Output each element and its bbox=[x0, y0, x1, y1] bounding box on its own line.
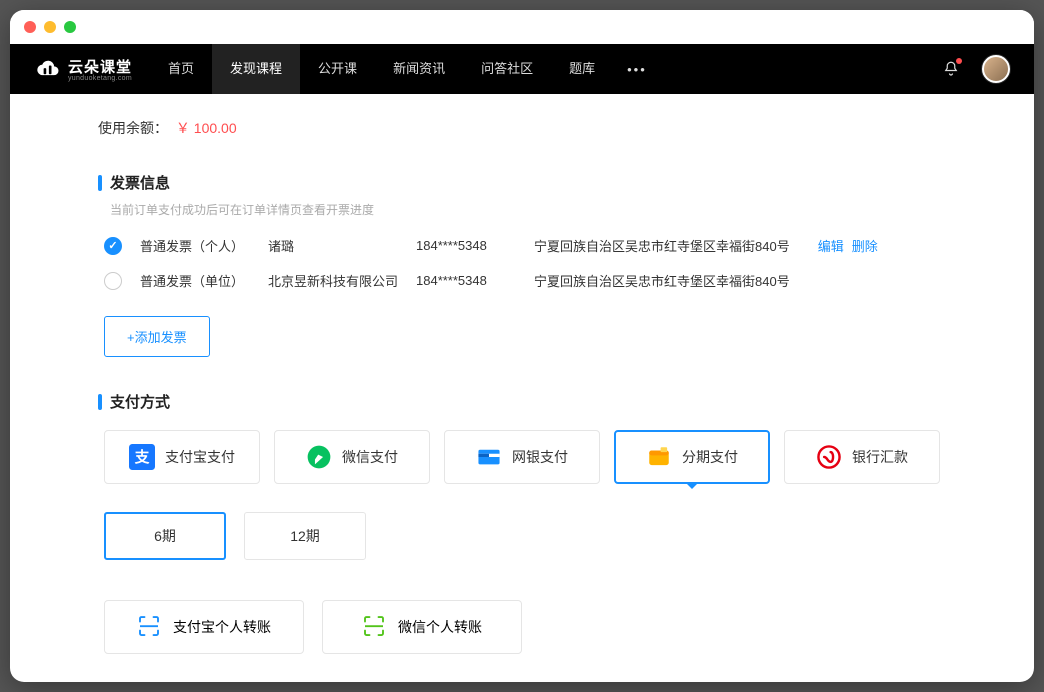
installment-option[interactable]: 12期 bbox=[244, 512, 366, 560]
balance-label: 使用余额： bbox=[98, 120, 168, 136]
invoice-address: 宁夏回族自治区吴忠市红寺堡区幸福街840号 bbox=[534, 236, 790, 255]
transfer-wechat-transfer[interactable]: 微信个人转账 bbox=[322, 600, 522, 654]
add-invoice-button[interactable]: +添加发票 bbox=[104, 316, 210, 357]
user-avatar[interactable] bbox=[982, 55, 1010, 83]
brand-name: 云朵课堂 bbox=[68, 56, 132, 77]
alipay-icon: 支 bbox=[129, 444, 155, 470]
transfer-label: 支付宝个人转账 bbox=[173, 617, 271, 637]
transfer-label: 微信个人转账 bbox=[398, 617, 482, 637]
payment-section-title: 支付方式 bbox=[98, 391, 946, 412]
pay-method-bank[interactable]: 网银支付 bbox=[444, 430, 600, 484]
invoice-section-title: 发票信息 bbox=[98, 172, 946, 193]
invoice-section-sub: 当前订单支付成功后可在订单详情页查看开票进度 bbox=[110, 201, 946, 218]
invoice-delete-link[interactable]: 删除 bbox=[852, 239, 878, 254]
nav-item-2[interactable]: 公开课 bbox=[300, 44, 375, 94]
balance-row: 使用余额： ￥ 100.00 bbox=[98, 118, 946, 138]
pay-method-install[interactable]: 分期支付 bbox=[614, 430, 770, 484]
installment-options: 6期 12期 bbox=[104, 512, 946, 560]
invoice-address: 宁夏回族自治区吴忠市红寺堡区幸福街840号 bbox=[534, 271, 790, 290]
remit-icon bbox=[816, 444, 842, 470]
notifications-bell-icon[interactable] bbox=[942, 60, 960, 78]
nav-item-4[interactable]: 问答社区 bbox=[463, 44, 551, 94]
invoice-row: 普通发票（单位） 北京昱新科技有限公司 184****5348 宁夏回族自治区吴忠市红… bbox=[104, 271, 946, 290]
pay-method-alipay[interactable]: 支支付宝支付 bbox=[104, 430, 260, 484]
window-maximize-dot[interactable] bbox=[64, 21, 76, 33]
window-close-dot[interactable] bbox=[24, 21, 36, 33]
nav-item-1[interactable]: 发现课程 bbox=[212, 44, 300, 94]
bank-icon bbox=[476, 444, 502, 470]
transfer-options: 支付宝个人转账 微信个人转账 bbox=[104, 600, 946, 654]
page-content: 使用余额： ￥ 100.00 发票信息 当前订单支付成功后可在订单详情页查看开票… bbox=[10, 94, 1034, 682]
invoice-radio[interactable] bbox=[104, 237, 122, 255]
installment-option[interactable]: 6期 bbox=[104, 512, 226, 560]
window-titlebar bbox=[10, 10, 1034, 44]
invoice-actions: 编辑删除 bbox=[818, 236, 886, 255]
invoice-name: 北京昱新科技有限公司 bbox=[268, 271, 398, 290]
invoice-row: 普通发票（个人） 诸璐 184****5348 宁夏回族自治区吴忠市红寺堡区幸福街84… bbox=[104, 236, 946, 255]
payment-methods: 支支付宝支付 微信支付 网银支付 分期支付 银行汇款 bbox=[104, 430, 946, 484]
pay-method-label: 支付宝支付 bbox=[165, 447, 235, 467]
invoice-name: 诸璐 bbox=[268, 236, 398, 255]
invoice-phone: 184****5348 bbox=[416, 273, 516, 288]
nav-item-5[interactable]: 题库 bbox=[551, 44, 613, 94]
invoice-list: 普通发票（个人） 诸璐 184****5348 宁夏回族自治区吴忠市红寺堡区幸福街84… bbox=[98, 236, 946, 290]
nav-item-3[interactable]: 新闻资讯 bbox=[375, 44, 463, 94]
window-minimize-dot[interactable] bbox=[44, 21, 56, 33]
top-navbar: 云朵课堂 yunduoketang.com 首页发现课程公开课新闻资讯问答社区题… bbox=[10, 44, 1034, 94]
brand-sub: yunduoketang.com bbox=[68, 75, 132, 82]
install-icon bbox=[646, 444, 672, 470]
balance-amount: ￥ 100.00 bbox=[176, 120, 237, 136]
brand-logo[interactable]: 云朵课堂 yunduoketang.com bbox=[34, 55, 132, 83]
app-window: 云朵课堂 yunduoketang.com 首页发现课程公开课新闻资讯问答社区题… bbox=[10, 10, 1034, 682]
pay-method-remit[interactable]: 银行汇款 bbox=[784, 430, 940, 484]
invoice-type: 普通发票（单位） bbox=[140, 271, 250, 290]
invoice-type: 普通发票（个人） bbox=[140, 236, 250, 255]
scan-icon bbox=[362, 614, 386, 641]
svg-text:支: 支 bbox=[134, 448, 150, 466]
invoice-edit-link[interactable]: 编辑 bbox=[818, 239, 844, 254]
nav-more-icon[interactable]: ••• bbox=[613, 62, 661, 77]
nav-item-0[interactable]: 首页 bbox=[150, 44, 212, 94]
transfer-alipay-transfer[interactable]: 支付宝个人转账 bbox=[104, 600, 304, 654]
pay-method-label: 分期支付 bbox=[682, 447, 738, 467]
pay-method-label: 微信支付 bbox=[342, 447, 398, 467]
notification-dot bbox=[956, 58, 962, 64]
pay-method-wechat[interactable]: 微信支付 bbox=[274, 430, 430, 484]
wechat-icon bbox=[306, 444, 332, 470]
scan-icon bbox=[137, 614, 161, 641]
nav-items: 首页发现课程公开课新闻资讯问答社区题库 bbox=[150, 44, 613, 94]
cloud-logo-icon bbox=[34, 55, 62, 83]
invoice-radio[interactable] bbox=[104, 272, 122, 290]
invoice-phone: 184****5348 bbox=[416, 238, 516, 253]
pay-method-label: 网银支付 bbox=[512, 447, 568, 467]
pay-method-label: 银行汇款 bbox=[852, 447, 908, 467]
